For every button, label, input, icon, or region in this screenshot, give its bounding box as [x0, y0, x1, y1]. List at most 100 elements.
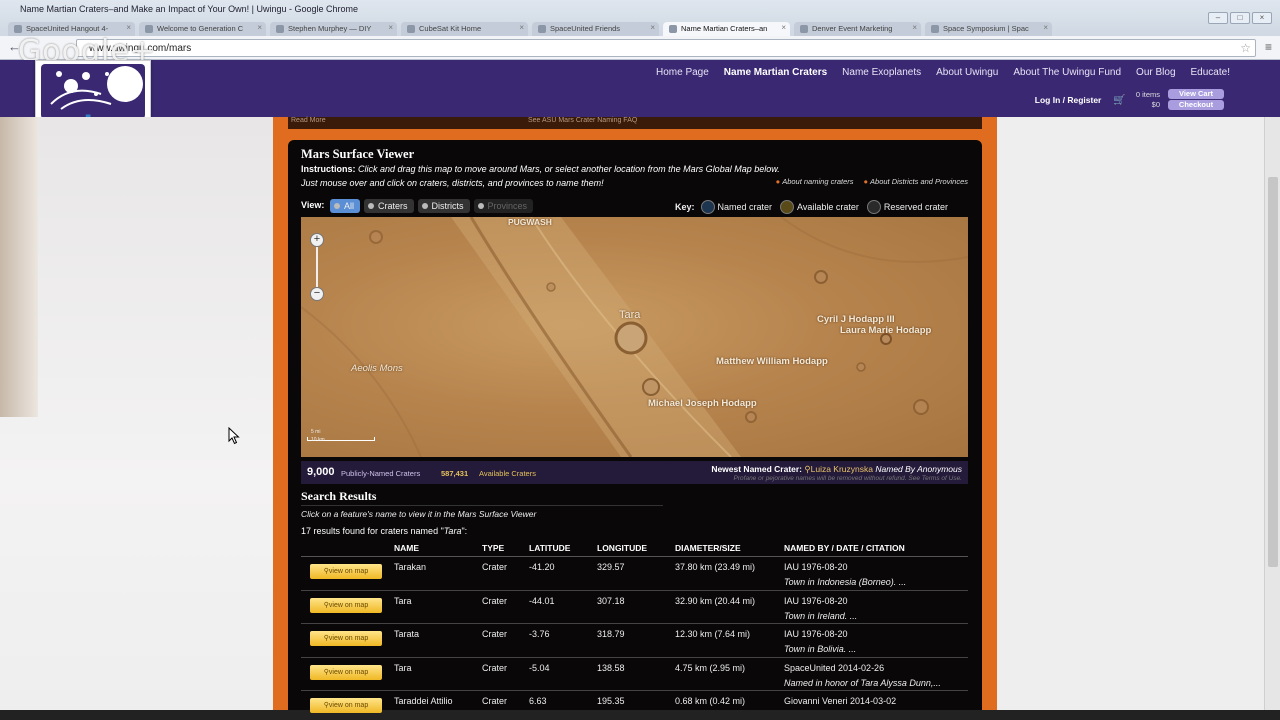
view-filter-buttons: All Craters Districts Provinces: [330, 199, 534, 213]
previous-section-strip: Read More See ASU Mars Crater Naming FAQ: [288, 117, 982, 129]
newest-crater-link[interactable]: Luiza Kruzynska: [811, 464, 873, 474]
crater-latitude: -5.04: [529, 657, 597, 691]
close-window-button[interactable]: ×: [1252, 12, 1272, 24]
crater-faq-link[interactable]: See ASU Mars Crater Naming FAQ: [528, 117, 637, 124]
page-scrollbar[interactable]: [1264, 117, 1280, 710]
view-all-button[interactable]: All: [330, 199, 361, 213]
map-scale-bar: 5 mi 10 km: [307, 429, 377, 443]
read-more-link[interactable]: Read More: [291, 117, 326, 124]
chrome-menu-icon[interactable]: ≡: [1265, 40, 1272, 54]
available-count: 587,431: [441, 469, 469, 478]
bookmark-star-icon[interactable]: ☆: [1240, 41, 1251, 55]
nav-name-exoplanets[interactable]: Name Exoplanets: [842, 67, 921, 78]
cart-total: $0: [1151, 100, 1160, 109]
table-row: ⚲view on map Taraddei Attilio Crater 6.6…: [301, 690, 968, 720]
crater-diameter: 37.80 km (23.49 mi): [675, 556, 784, 591]
available-crater-swatch: [780, 200, 795, 214]
view-cart-button[interactable]: View Cart: [1168, 89, 1224, 99]
nav-educate[interactable]: Educate!: [1191, 67, 1230, 78]
crater-type: Crater: [482, 623, 529, 658]
browser-tab-active[interactable]: Name Martian Craters–an ×: [663, 22, 790, 36]
column-header: LONGITUDE: [597, 541, 675, 557]
view-on-map-button[interactable]: ⚲view on map: [310, 698, 382, 713]
login-register-link[interactable]: Log In / Register: [1035, 95, 1102, 105]
cart-summary: 0 items $0: [1136, 90, 1160, 110]
browser-tab[interactable]: Space Symposium | Spac ×: [925, 22, 1052, 36]
view-on-map-button[interactable]: ⚲view on map: [310, 564, 382, 579]
nav-about-uwingu[interactable]: About Uwingu: [936, 67, 998, 78]
nav-home[interactable]: Home Page: [656, 67, 709, 78]
nav-name-martian-craters[interactable]: Name Martian Craters: [724, 67, 827, 78]
cart-icon[interactable]: 🛒: [1113, 95, 1125, 106]
favicon-icon: [276, 25, 284, 33]
button-label: view on map: [328, 668, 369, 676]
zoom-slider-track[interactable]: [316, 247, 318, 287]
crater-name[interactable]: Tarata: [394, 623, 482, 658]
instructions-label: Instructions:: [301, 164, 356, 174]
tab-label: Stephen Murphey — DIY: [288, 24, 372, 33]
tab-close-icon[interactable]: ×: [1043, 23, 1048, 32]
checkout-button[interactable]: Checkout: [1168, 100, 1224, 110]
map-label-laura[interactable]: Laura Marie Hodapp: [840, 325, 931, 336]
crater-stats-bar: 9,000 Publicly-Named Craters 587,431 Ava…: [301, 461, 968, 484]
address-bar[interactable]: www.uwingu.com/mars ☆: [76, 39, 1256, 57]
named-by: IAU 1976-08-20: [784, 562, 848, 572]
tab-label: SpaceUnited Friends: [550, 24, 621, 33]
available-count-label: Available Craters: [479, 469, 536, 478]
key-available-crater: Available crater: [780, 200, 859, 214]
newest-label: Newest Named Crater:: [711, 464, 803, 474]
nav-about-fund[interactable]: About The Uwingu Fund: [1013, 67, 1121, 78]
tab-close-icon[interactable]: ×: [126, 23, 131, 32]
map-label-pugwash[interactable]: PUGWASH: [508, 217, 552, 227]
view-on-map-button[interactable]: ⚲view on map: [310, 631, 382, 646]
about-districts-link[interactable]: ● About Districts and Provinces: [864, 177, 969, 186]
tab-close-icon[interactable]: ×: [388, 23, 393, 32]
crater-name[interactable]: Tarakan: [394, 556, 482, 591]
named-crater-swatch: [700, 200, 715, 214]
zoom-in-button[interactable]: +: [310, 233, 324, 247]
view-provinces-button[interactable]: Provinces: [473, 199, 534, 213]
favicon-icon: [145, 25, 153, 33]
tab-label: SpaceUnited Hangout 4-: [26, 24, 109, 33]
window-controls: – □ ×: [1208, 12, 1272, 24]
maximize-button[interactable]: □: [1230, 12, 1250, 24]
map-label-matthew[interactable]: Matthew William Hodapp: [716, 356, 828, 367]
zoom-out-button[interactable]: −: [310, 287, 324, 301]
tab-close-icon[interactable]: ×: [650, 23, 655, 32]
nav-blog[interactable]: Our Blog: [1136, 67, 1175, 78]
map-label-cyril[interactable]: Cyril J Hodapp III: [817, 314, 895, 325]
about-naming-link[interactable]: ● About naming craters: [776, 177, 854, 186]
scrollbar-thumb[interactable]: [1268, 177, 1278, 567]
mars-surface-map[interactable]: + − PUGWASH Tara Cyril J Hodapp III Laur…: [301, 217, 968, 457]
browser-tab[interactable]: CubeSat Kit Home ×: [401, 22, 528, 36]
browser-tab[interactable]: Stephen Murphey — DIY ×: [270, 22, 397, 36]
crater-diameter: 4.75 km (2.95 mi): [675, 657, 784, 691]
view-on-map-button[interactable]: ⚲view on map: [310, 597, 382, 613]
crater-name[interactable]: Tara: [394, 590, 482, 624]
view-craters-button[interactable]: Craters: [364, 199, 414, 213]
crater-longitude: 318.79: [597, 623, 675, 658]
crater-longitude: 138.58: [597, 657, 675, 691]
title-bar: Name Martian Craters–and Make an Impact …: [0, 0, 1280, 36]
browser-tab[interactable]: Welcome to Generation C ×: [139, 22, 266, 36]
crater-name[interactable]: Taraddei Attilio: [394, 690, 482, 720]
browser-tab[interactable]: SpaceUnited Friends ×: [532, 22, 659, 36]
view-on-map-button[interactable]: ⚲view on map: [310, 664, 382, 680]
citation-note: Town in Indonesia (Borneo). ...: [784, 577, 907, 587]
favicon-icon: [800, 25, 808, 33]
minimize-button[interactable]: –: [1208, 12, 1228, 24]
crater-name[interactable]: Tara: [394, 657, 482, 691]
named-by: Giovanni Veneri 2014-03-02: [784, 696, 897, 706]
named-by: IAU 1976-08-20: [784, 629, 848, 639]
named-count-label: Publicly-Named Craters: [341, 469, 421, 478]
map-label-michael[interactable]: Michael Joseph Hodapp: [648, 398, 757, 409]
about-districts-label: About Districts and Provinces: [870, 177, 968, 186]
map-label-tara[interactable]: Tara: [619, 309, 640, 321]
tab-close-icon[interactable]: ×: [912, 23, 917, 32]
tab-close-icon[interactable]: ×: [257, 23, 262, 32]
browser-tab[interactable]: Denver Event Marketing ×: [794, 22, 921, 36]
tab-close-icon[interactable]: ×: [519, 23, 524, 32]
view-districts-button[interactable]: Districts: [417, 199, 470, 213]
tab-close-icon[interactable]: ×: [781, 23, 786, 32]
crater-type: Crater: [482, 556, 529, 591]
